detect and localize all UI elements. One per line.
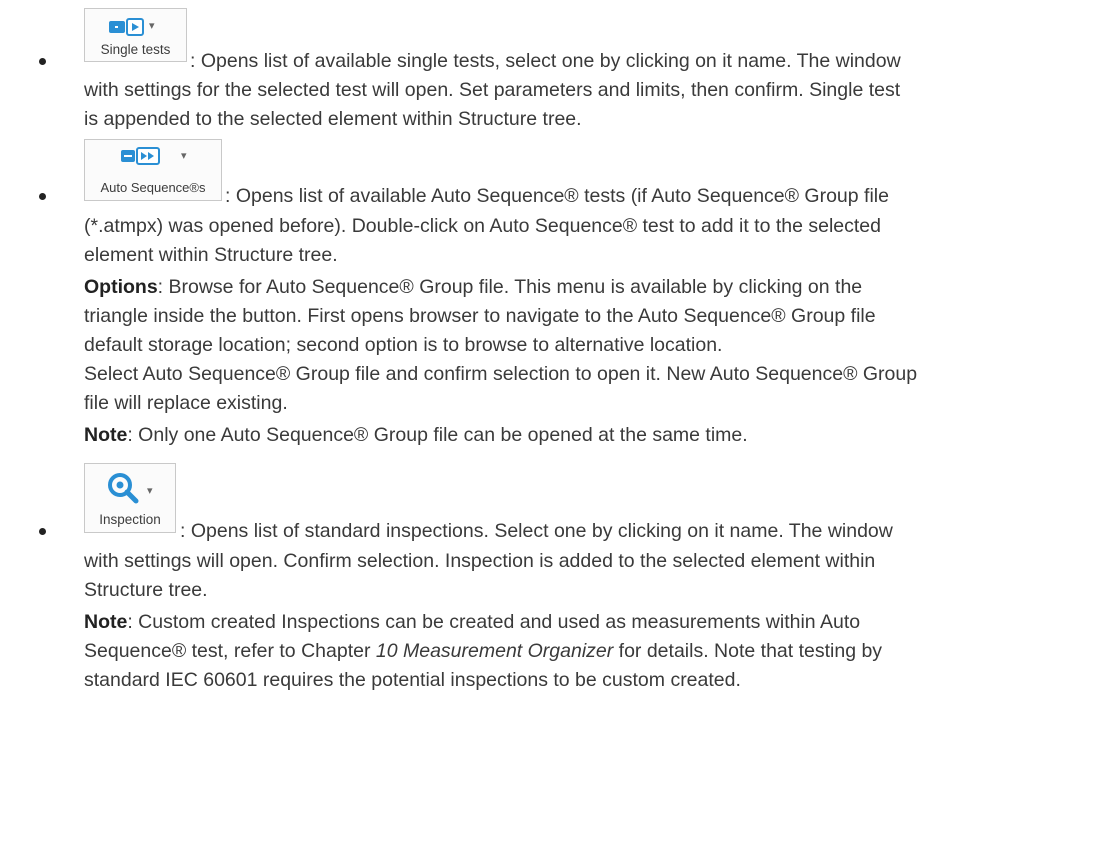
chapter-reference: 10 Measurement Organizer xyxy=(375,640,614,662)
auto-sequences-label: Auto Sequence®s xyxy=(100,180,206,195)
item1-line3: is appended to the selected element with… xyxy=(84,108,582,130)
dropdown-arrow-icon[interactable]: ▾ xyxy=(147,484,153,497)
note2-line1: Note: Custom created Inspections can be … xyxy=(84,609,860,635)
options-text-1: : Browse for Auto Sequence® Group file. … xyxy=(157,276,863,298)
inspection-label: Inspection xyxy=(99,512,161,527)
note-label: Note xyxy=(84,611,128,633)
options-line2: triangle inside the button. First opens … xyxy=(84,305,876,327)
inspection-button[interactable]: ▾ Inspection xyxy=(84,463,176,533)
auto-sequences-button[interactable]: ▾ Auto Sequence®s xyxy=(84,139,222,201)
item2-line3: element within Structure tree. xyxy=(84,244,338,266)
note-label: Note xyxy=(84,424,128,446)
note2-text-2b: for details. Note that testing by xyxy=(613,640,883,662)
play-double-icon xyxy=(121,147,160,165)
dropdown-arrow-icon[interactable]: ▾ xyxy=(181,149,187,162)
bullet xyxy=(39,58,46,65)
options-line3: default storage location; second option … xyxy=(84,334,723,356)
item1-line1: : Opens list of available single tests, … xyxy=(190,50,901,72)
note2-line2: Sequence® test, refer to Chapter 10 Meas… xyxy=(84,638,882,664)
note-text: : Only one Auto Sequence® Group file can… xyxy=(127,424,748,446)
dropdown-arrow-icon[interactable]: ▾ xyxy=(149,19,155,32)
note2-text-2a: Sequence® test, refer to Chapter xyxy=(84,640,376,662)
note1-line: Note: Only one Auto Sequence® Group file… xyxy=(84,422,748,448)
item1-line2: with settings for the selected test will… xyxy=(84,79,901,101)
options-line5: file will replace existing. xyxy=(84,392,288,414)
item3-line3: Structure tree. xyxy=(84,579,208,601)
play-single-icon xyxy=(109,18,144,36)
options-line4: Select Auto Sequence® Group file and con… xyxy=(84,363,918,385)
bullet xyxy=(39,528,46,535)
item3-line2: with settings will open. Confirm selecti… xyxy=(84,550,876,572)
item2-line1: : Opens list of available Auto Sequence®… xyxy=(225,185,889,207)
note2-line3: standard IEC 60601 requires the potentia… xyxy=(84,669,741,691)
single-tests-label: Single tests xyxy=(100,42,171,57)
options-label: Options xyxy=(84,276,158,298)
single-tests-button[interactable]: ▾ Single tests xyxy=(84,8,187,62)
options-line1: Options: Browse for Auto Sequence® Group… xyxy=(84,274,862,300)
note2-text-1: : Custom created Inspections can be crea… xyxy=(127,611,861,633)
magnifier-eye-icon xyxy=(108,473,139,504)
item2-line2: (*.atmpx) was opened before). Double-cli… xyxy=(84,215,881,237)
item3-line1: : Opens list of standard inspections. Se… xyxy=(180,520,893,542)
bullet xyxy=(39,193,46,200)
